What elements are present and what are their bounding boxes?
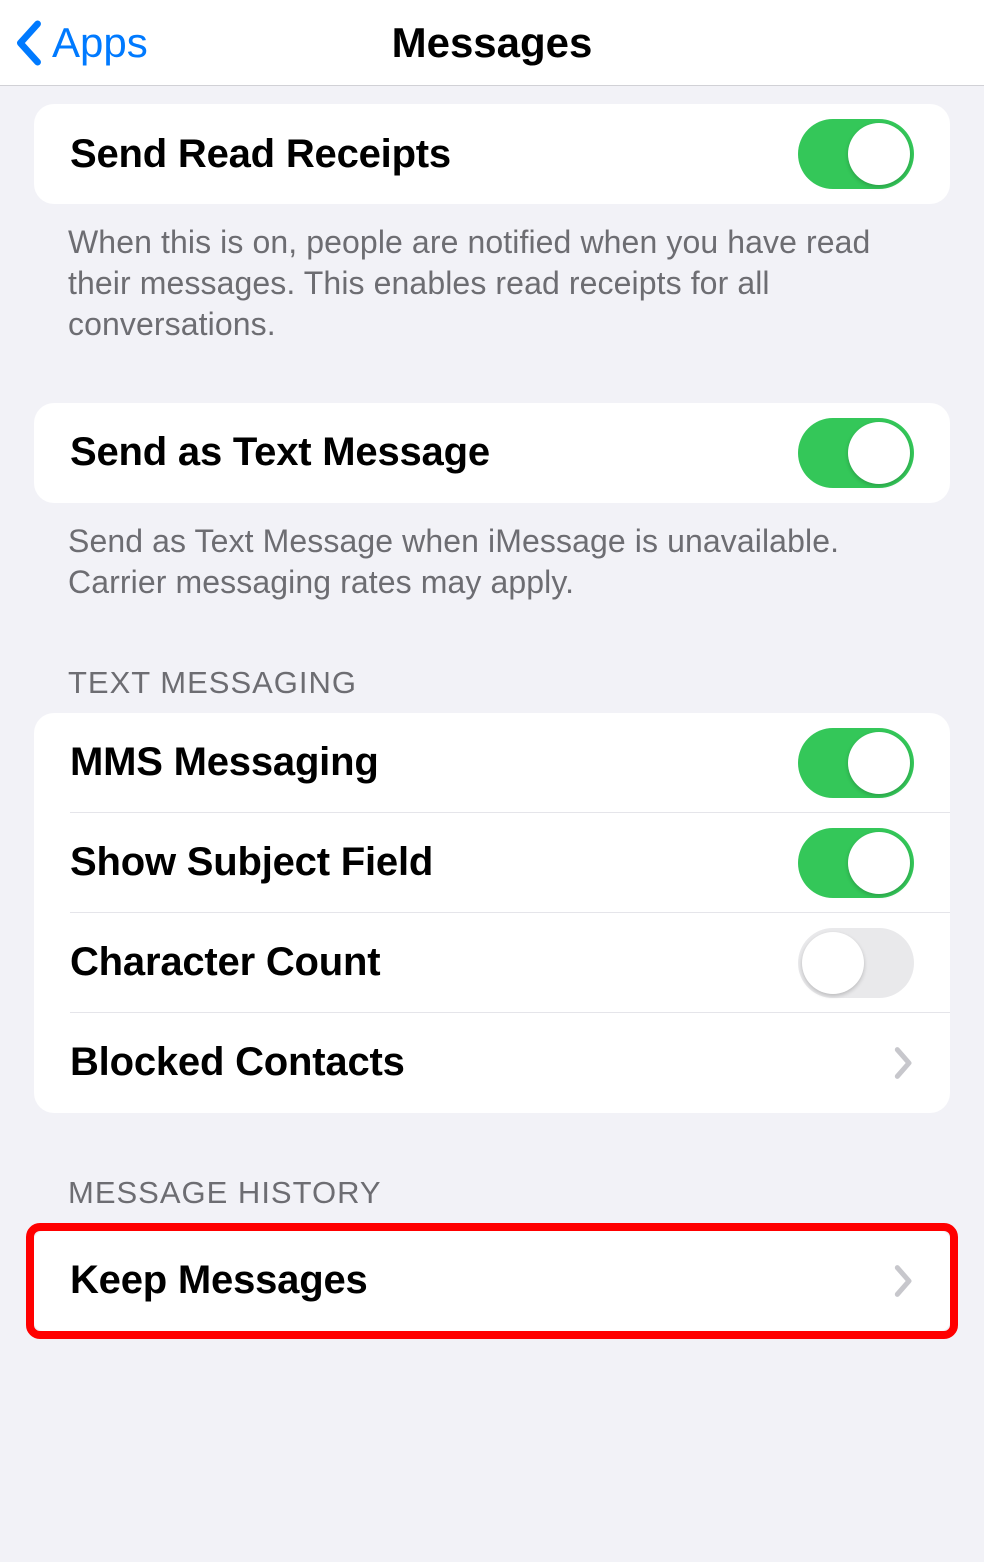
send-as-text-label: Send as Text Message — [70, 430, 490, 475]
chevron-right-icon — [894, 1046, 914, 1080]
character-count-toggle[interactable] — [798, 928, 914, 998]
character-count-row[interactable]: Character Count — [34, 913, 950, 1013]
send-as-text-description: Send as Text Message when iMessage is un… — [0, 503, 984, 603]
send-as-text-row[interactable]: Send as Text Message — [34, 403, 950, 503]
show-subject-label: Show Subject Field — [70, 840, 433, 885]
keep-messages-label: Keep Messages — [70, 1258, 368, 1303]
back-label: Apps — [52, 19, 148, 67]
send-as-text-group: Send as Text Message — [34, 403, 950, 503]
settings-content: Send Read Receipts When this is on, peop… — [0, 86, 984, 1339]
show-subject-row[interactable]: Show Subject Field — [34, 813, 950, 913]
mms-messaging-row[interactable]: MMS Messaging — [34, 713, 950, 813]
text-messaging-group: MMS Messaging Show Subject Field Charact… — [34, 713, 950, 1113]
text-messaging-header: TEXT MESSAGING — [0, 603, 984, 713]
show-subject-toggle[interactable] — [798, 828, 914, 898]
read-receipts-label: Send Read Receipts — [70, 132, 451, 177]
read-receipts-row[interactable]: Send Read Receipts — [34, 104, 950, 204]
send-as-text-toggle[interactable] — [798, 418, 914, 488]
character-count-label: Character Count — [70, 940, 380, 985]
mms-messaging-label: MMS Messaging — [70, 740, 379, 785]
chevron-left-icon — [14, 20, 42, 66]
read-receipts-group: Send Read Receipts — [34, 104, 950, 204]
read-receipts-description: When this is on, people are notified whe… — [0, 204, 984, 345]
chevron-right-icon — [894, 1264, 914, 1298]
blocked-contacts-label: Blocked Contacts — [70, 1040, 405, 1085]
read-receipts-toggle[interactable] — [798, 119, 914, 189]
highlight-annotation: Keep Messages — [26, 1223, 958, 1339]
message-history-header: MESSAGE HISTORY — [0, 1113, 984, 1223]
blocked-contacts-row[interactable]: Blocked Contacts — [34, 1013, 950, 1113]
navigation-bar: Apps Messages — [0, 0, 984, 86]
back-button[interactable]: Apps — [0, 19, 148, 67]
message-history-group: Keep Messages — [34, 1231, 950, 1331]
mms-messaging-toggle[interactable] — [798, 728, 914, 798]
keep-messages-row[interactable]: Keep Messages — [34, 1231, 950, 1331]
